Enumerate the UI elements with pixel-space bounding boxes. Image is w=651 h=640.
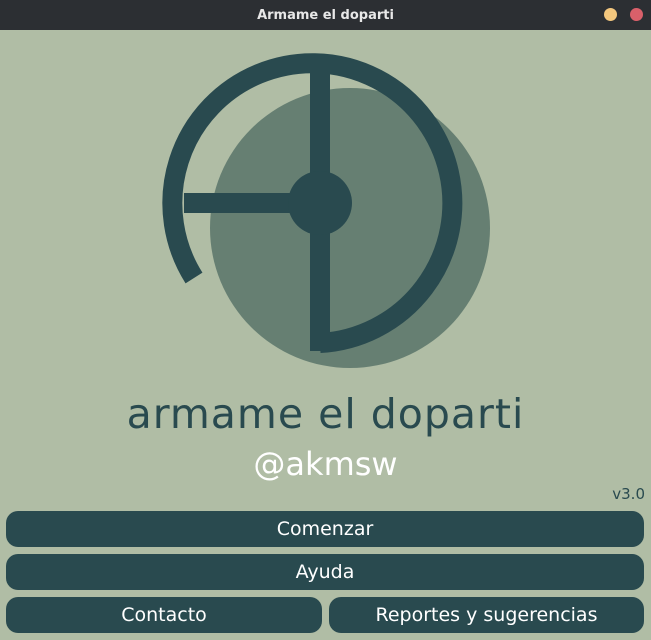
reports-button[interactable]: Reportes y sugerencias bbox=[329, 597, 644, 633]
start-button[interactable]: Comenzar bbox=[6, 511, 644, 547]
logo-center-dot bbox=[288, 171, 352, 235]
close-button[interactable] bbox=[630, 8, 643, 21]
contact-button[interactable]: Contacto bbox=[6, 597, 322, 633]
window-titlebar: Armame el doparti bbox=[0, 0, 651, 30]
window-title: Armame el doparti bbox=[257, 7, 394, 23]
version-label: v3.0 bbox=[612, 485, 645, 503]
app-logo bbox=[162, 53, 490, 368]
minimize-button[interactable] bbox=[604, 8, 617, 21]
app-name: armame el doparti bbox=[126, 390, 525, 438]
author-handle: @akmsw bbox=[253, 445, 398, 483]
help-button[interactable]: Ayuda bbox=[6, 554, 644, 590]
